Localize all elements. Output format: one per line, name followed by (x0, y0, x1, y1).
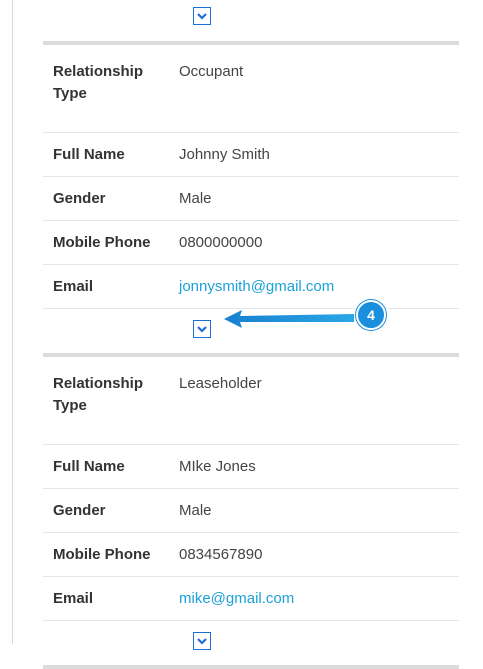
mobile-phone-label: Mobile Phone (53, 234, 151, 251)
gender-label: Gender (53, 190, 106, 207)
relationship-type-value: Occupant (179, 63, 244, 80)
expand-toggle-button[interactable] (193, 7, 211, 25)
full-name-label: Full Name (53, 458, 125, 475)
relationship-type-row: Relationship Type Leaseholder (43, 357, 459, 445)
full-name-label: Full Name (53, 146, 125, 163)
mobile-phone-value: 0834567890 (179, 546, 263, 563)
step-number-badge: 4 (356, 300, 386, 330)
chevron-down-icon (197, 12, 207, 20)
record-divider (43, 665, 459, 669)
gender-value: Male (179, 502, 212, 519)
email-label: Email (53, 590, 94, 607)
expand-toggle-button[interactable] (193, 320, 211, 338)
email-row: Email jonnysmith@gmail.com (43, 265, 459, 309)
gender-row: Gender Male (43, 177, 459, 221)
arrow-left-icon (224, 310, 354, 328)
mobile-phone-row: Mobile Phone 0800000000 (43, 221, 459, 265)
relationship-type-label: Relationship Type (53, 375, 144, 414)
email-link[interactable]: jonnysmith@gmail.com (179, 278, 334, 295)
email-link[interactable]: mike@gmail.com (179, 590, 294, 607)
gender-row: Gender Male (43, 489, 459, 533)
mobile-phone-value: 0800000000 (179, 234, 263, 251)
relationship-type-row: Relationship Type Occupant (43, 45, 459, 133)
mobile-phone-row: Mobile Phone 0834567890 (43, 533, 459, 577)
email-label: Email (53, 278, 94, 295)
gender-label: Gender (53, 502, 106, 519)
record-card: Relationship Type Leaseholder Full Name … (43, 357, 459, 621)
chevron-down-icon (197, 637, 207, 645)
full-name-row: Full Name Johnny Smith (43, 133, 459, 177)
relationship-type-label: Relationship Type (53, 63, 144, 102)
full-name-value: Johnny Smith (179, 146, 270, 163)
email-row: Email mike@gmail.com (43, 577, 459, 621)
chevron-down-icon (197, 325, 207, 333)
full-name-row: Full Name MIke Jones (43, 445, 459, 489)
email-value: jonnysmith@gmail.com (179, 278, 459, 295)
expand-toggle-row (43, 621, 459, 665)
full-name-value: MIke Jones (179, 458, 256, 475)
record-card: Relationship Type Occupant Full Name Joh… (43, 45, 459, 309)
email-value: mike@gmail.com (179, 590, 459, 607)
gender-value: Male (179, 190, 212, 207)
relationship-type-value: Leaseholder (179, 375, 262, 392)
expand-toggle-row (43, 0, 459, 41)
expand-toggle-button[interactable] (193, 632, 211, 650)
mobile-phone-label: Mobile Phone (53, 546, 151, 563)
